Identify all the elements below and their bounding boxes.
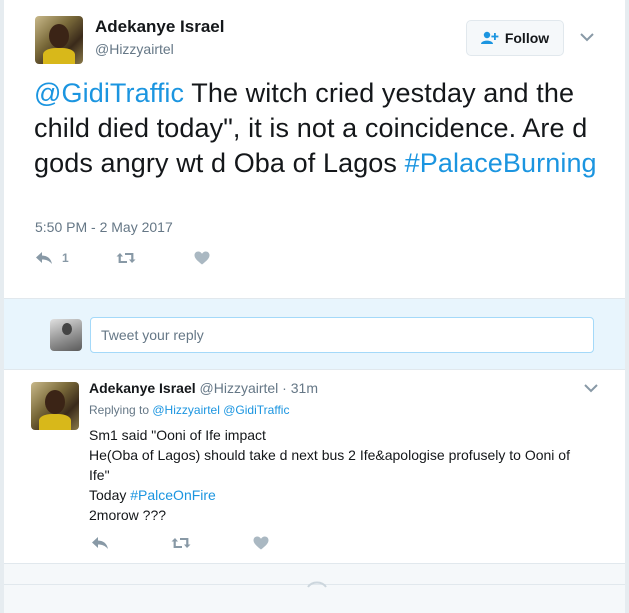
like-heart-icon bbox=[253, 536, 269, 550]
follow-label: Follow bbox=[504, 30, 550, 46]
reply-line-1: Sm1 said "Ooni of Ife impact bbox=[89, 427, 266, 443]
replying-to-user-2[interactable]: @GidiTraffic bbox=[223, 403, 289, 417]
retweet-action[interactable] bbox=[116, 251, 136, 265]
reply-chevron-down-icon[interactable] bbox=[584, 383, 598, 393]
more-replies-area bbox=[4, 563, 625, 613]
reply-count: 1 bbox=[62, 251, 69, 265]
hashtag-link[interactable]: #PalaceBurning bbox=[405, 148, 597, 178]
more-replies-icon[interactable] bbox=[306, 580, 328, 588]
reply-header: Adekanye Israel @Hizzyairtel · 31m bbox=[89, 380, 318, 396]
tweet-page: Adekanye Israel @Hizzyairtel Follow @Gid… bbox=[4, 0, 625, 613]
chevron-down-icon[interactable] bbox=[580, 32, 594, 42]
meta-separator: · bbox=[278, 380, 291, 396]
reply-author-avatar[interactable] bbox=[31, 382, 79, 430]
reply-author-name[interactable]: Adekanye Israel bbox=[89, 380, 196, 396]
reply-line-3: Today #PalceOnFire bbox=[89, 485, 589, 505]
reply-line-3-prefix: Today bbox=[89, 487, 131, 503]
main-tweet: Adekanye Israel @Hizzyairtel Follow @Gid… bbox=[4, 0, 625, 298]
viewer-avatar[interactable] bbox=[50, 319, 82, 351]
mention-link[interactable]: @GidiTraffic bbox=[34, 78, 184, 108]
author-handle[interactable]: @Hizzyairtel bbox=[95, 41, 174, 57]
reply-action[interactable]: 1 bbox=[35, 251, 69, 265]
reply-icon bbox=[36, 252, 52, 264]
reply-actions bbox=[91, 536, 269, 550]
reply-author-handle[interactable]: @Hizzyairtel bbox=[200, 380, 279, 396]
reply-line-4: 2morow ??? bbox=[89, 507, 167, 523]
follow-button[interactable]: Follow bbox=[466, 20, 564, 56]
retweet-icon bbox=[116, 253, 136, 263]
reply-reply-action[interactable] bbox=[91, 536, 109, 550]
reply-retweet-action[interactable] bbox=[171, 536, 191, 550]
replying-to-user-1[interactable]: @Hizzyairtel bbox=[152, 403, 220, 417]
reply-composer: Tweet your reply bbox=[4, 298, 625, 370]
reply-line-2: He(Oba of Lagos) should take d next bus … bbox=[89, 447, 570, 483]
reply-input[interactable]: Tweet your reply bbox=[90, 317, 594, 353]
follow-person-plus-icon bbox=[480, 31, 499, 44]
tweet-text: @GidiTraffic The witch cried yestday and… bbox=[34, 76, 604, 181]
replying-to: Replying to @Hizzyairtel @GidiTraffic bbox=[89, 403, 289, 417]
reply-time[interactable]: 31m bbox=[291, 380, 318, 396]
replying-to-label: Replying to bbox=[89, 403, 153, 417]
author-avatar[interactable] bbox=[35, 16, 83, 64]
like-action[interactable] bbox=[194, 251, 210, 265]
reply-hashtag-link[interactable]: #PalceOnFire bbox=[130, 487, 216, 503]
author-name[interactable]: Adekanye Israel bbox=[95, 17, 224, 37]
tweet-timestamp[interactable]: 5:50 PM - 2 May 2017 bbox=[35, 219, 173, 235]
retweet-icon bbox=[171, 538, 191, 548]
like-heart-icon bbox=[194, 251, 210, 265]
reply-icon bbox=[92, 537, 108, 549]
tweet-actions: 1 bbox=[35, 251, 210, 265]
reply-like-action[interactable] bbox=[253, 536, 269, 550]
reply-text: Sm1 said "Ooni of Ife impact He(Oba of L… bbox=[89, 425, 589, 525]
